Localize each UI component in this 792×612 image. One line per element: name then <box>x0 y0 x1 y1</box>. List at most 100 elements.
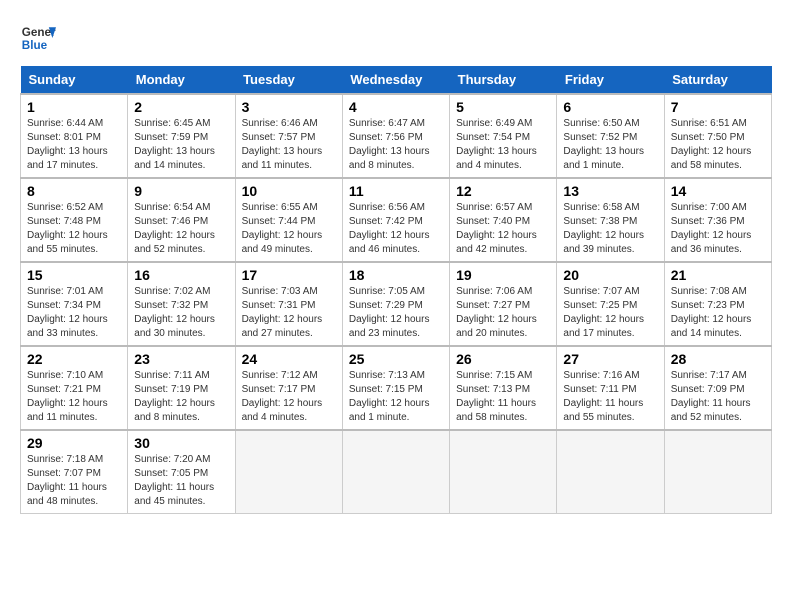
day-number: 1 <box>27 99 121 115</box>
day-number: 5 <box>456 99 550 115</box>
calendar-cell: 15 Sunrise: 7:01 AMSunset: 7:34 PMDayligh… <box>21 262 128 346</box>
calendar-cell: 2 Sunrise: 6:45 AMSunset: 7:59 PMDaylight… <box>128 94 235 178</box>
day-info: Sunrise: 6:52 AMSunset: 7:48 PMDaylight:… <box>27 201 121 257</box>
day-info: Sunrise: 7:18 AMSunset: 7:07 PMDaylight:… <box>27 453 121 509</box>
day-number: 10 <box>242 183 336 199</box>
calendar-cell: 20 Sunrise: 7:07 AMSunset: 7:25 PMDayligh… <box>557 262 664 346</box>
day-info: Sunrise: 6:51 AMSunset: 7:50 PMDaylight:… <box>671 117 765 173</box>
day-number: 25 <box>349 351 443 367</box>
calendar-cell: 14 Sunrise: 7:00 AMSunset: 7:36 PMDayligh… <box>664 178 771 262</box>
day-number: 8 <box>27 183 121 199</box>
day-info: Sunrise: 7:12 AMSunset: 7:17 PMDaylight:… <box>242 369 336 425</box>
col-header-wednesday: Wednesday <box>342 66 449 94</box>
calendar-week-row: 22 Sunrise: 7:10 AMSunset: 7:21 PMDayligh… <box>21 346 772 430</box>
calendar-cell: 13 Sunrise: 6:58 AMSunset: 7:38 PMDayligh… <box>557 178 664 262</box>
day-number: 28 <box>671 351 765 367</box>
calendar-cell: 22 Sunrise: 7:10 AMSunset: 7:21 PMDayligh… <box>21 346 128 430</box>
calendar-cell: 29 Sunrise: 7:18 AMSunset: 7:07 PMDayligh… <box>21 430 128 514</box>
calendar-cell: 8 Sunrise: 6:52 AMSunset: 7:48 PMDaylight… <box>21 178 128 262</box>
calendar-cell <box>342 430 449 514</box>
calendar-cell <box>664 430 771 514</box>
day-info: Sunrise: 7:11 AMSunset: 7:19 PMDaylight:… <box>134 369 228 425</box>
day-info: Sunrise: 7:13 AMSunset: 7:15 PMDaylight:… <box>349 369 443 425</box>
calendar-cell: 24 Sunrise: 7:12 AMSunset: 7:17 PMDayligh… <box>235 346 342 430</box>
calendar-cell: 27 Sunrise: 7:16 AMSunset: 7:11 PMDayligh… <box>557 346 664 430</box>
calendar-cell: 17 Sunrise: 7:03 AMSunset: 7:31 PMDayligh… <box>235 262 342 346</box>
calendar-table: SundayMondayTuesdayWednesdayThursdayFrid… <box>20 66 772 514</box>
calendar-week-row: 1 Sunrise: 6:44 AMSunset: 8:01 PMDaylight… <box>21 94 772 178</box>
day-number: 24 <box>242 351 336 367</box>
day-info: Sunrise: 6:55 AMSunset: 7:44 PMDaylight:… <box>242 201 336 257</box>
col-header-saturday: Saturday <box>664 66 771 94</box>
day-number: 30 <box>134 435 228 451</box>
calendar-cell: 21Sunrise: 7:08 AMSunset: 7:23 PMDayligh… <box>664 262 771 346</box>
day-number: 27 <box>563 351 657 367</box>
calendar-cell: 6Sunrise: 6:50 AMSunset: 7:52 PMDaylight… <box>557 94 664 178</box>
day-info: Sunrise: 7:05 AMSunset: 7:29 PMDaylight:… <box>349 285 443 341</box>
day-info: Sunrise: 7:15 AMSunset: 7:13 PMDaylight:… <box>456 369 550 425</box>
day-number: 12 <box>456 183 550 199</box>
day-number: 6 <box>563 99 657 115</box>
calendar-cell: 25 Sunrise: 7:13 AMSunset: 7:15 PMDayligh… <box>342 346 449 430</box>
day-number: 9 <box>134 183 228 199</box>
col-header-thursday: Thursday <box>450 66 557 94</box>
day-number: 7 <box>671 99 765 115</box>
calendar-header-row: SundayMondayTuesdayWednesdayThursdayFrid… <box>21 66 772 94</box>
calendar-week-row: 29 Sunrise: 7:18 AMSunset: 7:07 PMDayligh… <box>21 430 772 514</box>
page-header: General Blue <box>20 20 772 56</box>
day-info: Sunrise: 7:03 AMSunset: 7:31 PMDaylight:… <box>242 285 336 341</box>
day-info: Sunrise: 6:49 AMSunset: 7:54 PMDaylight:… <box>456 117 550 173</box>
day-info: Sunrise: 7:20 AMSunset: 7:05 PMDaylight:… <box>134 453 228 509</box>
calendar-cell <box>450 430 557 514</box>
calendar-cell: 19 Sunrise: 7:06 AMSunset: 7:27 PMDayligh… <box>450 262 557 346</box>
svg-text:Blue: Blue <box>22 39 48 52</box>
calendar-cell: 12 Sunrise: 6:57 AMSunset: 7:40 PMDayligh… <box>450 178 557 262</box>
day-number: 16 <box>134 267 228 283</box>
day-number: 15 <box>27 267 121 283</box>
col-header-sunday: Sunday <box>21 66 128 94</box>
calendar-cell <box>557 430 664 514</box>
calendar-cell: 7 Sunrise: 6:51 AMSunset: 7:50 PMDaylight… <box>664 94 771 178</box>
day-number: 19 <box>456 267 550 283</box>
calendar-cell: 28Sunrise: 7:17 AMSunset: 7:09 PMDayligh… <box>664 346 771 430</box>
calendar-cell: 11Sunrise: 6:56 AMSunset: 7:42 PMDayligh… <box>342 178 449 262</box>
day-number: 3 <box>242 99 336 115</box>
day-info: Sunrise: 7:01 AMSunset: 7:34 PMDaylight:… <box>27 285 121 341</box>
day-info: Sunrise: 7:16 AMSunset: 7:11 PMDaylight:… <box>563 369 657 425</box>
day-number: 20 <box>563 267 657 283</box>
logo-icon: General Blue <box>20 20 56 56</box>
day-info: Sunrise: 6:57 AMSunset: 7:40 PMDaylight:… <box>456 201 550 257</box>
day-number: 29 <box>27 435 121 451</box>
day-info: Sunrise: 7:00 AMSunset: 7:36 PMDaylight:… <box>671 201 765 257</box>
day-info: Sunrise: 6:58 AMSunset: 7:38 PMDaylight:… <box>563 201 657 257</box>
calendar-cell: 16 Sunrise: 7:02 AMSunset: 7:32 PMDayligh… <box>128 262 235 346</box>
day-number: 23 <box>134 351 228 367</box>
day-number: 17 <box>242 267 336 283</box>
calendar-cell: 1 Sunrise: 6:44 AMSunset: 8:01 PMDaylight… <box>21 94 128 178</box>
day-number: 21 <box>671 267 765 283</box>
day-info: Sunrise: 6:47 AMSunset: 7:56 PMDaylight:… <box>349 117 443 173</box>
day-number: 26 <box>456 351 550 367</box>
day-info: Sunrise: 6:45 AMSunset: 7:59 PMDaylight:… <box>134 117 228 173</box>
calendar-cell: 9Sunrise: 6:54 AMSunset: 7:46 PMDaylight… <box>128 178 235 262</box>
logo: General Blue <box>20 20 56 56</box>
day-number: 14 <box>671 183 765 199</box>
col-header-friday: Friday <box>557 66 664 94</box>
day-number: 22 <box>27 351 121 367</box>
calendar-cell: 10 Sunrise: 6:55 AMSunset: 7:44 PMDayligh… <box>235 178 342 262</box>
day-number: 4 <box>349 99 443 115</box>
day-number: 18 <box>349 267 443 283</box>
day-number: 13 <box>563 183 657 199</box>
calendar-cell: 30 Sunrise: 7:20 AMSunset: 7:05 PMDayligh… <box>128 430 235 514</box>
day-info: Sunrise: 7:06 AMSunset: 7:27 PMDaylight:… <box>456 285 550 341</box>
calendar-cell: 3Sunrise: 6:46 AMSunset: 7:57 PMDaylight… <box>235 94 342 178</box>
calendar-cell: 23 Sunrise: 7:11 AMSunset: 7:19 PMDayligh… <box>128 346 235 430</box>
day-info: Sunrise: 6:44 AMSunset: 8:01 PMDaylight:… <box>27 117 121 173</box>
day-number: 2 <box>134 99 228 115</box>
day-info: Sunrise: 7:02 AMSunset: 7:32 PMDaylight:… <box>134 285 228 341</box>
calendar-cell: 4 Sunrise: 6:47 AMSunset: 7:56 PMDaylight… <box>342 94 449 178</box>
day-info: Sunrise: 7:07 AMSunset: 7:25 PMDaylight:… <box>563 285 657 341</box>
calendar-cell: 5 Sunrise: 6:49 AMSunset: 7:54 PMDaylight… <box>450 94 557 178</box>
calendar-cell: 18 Sunrise: 7:05 AMSunset: 7:29 PMDayligh… <box>342 262 449 346</box>
day-info: Sunrise: 7:10 AMSunset: 7:21 PMDaylight:… <box>27 369 121 425</box>
